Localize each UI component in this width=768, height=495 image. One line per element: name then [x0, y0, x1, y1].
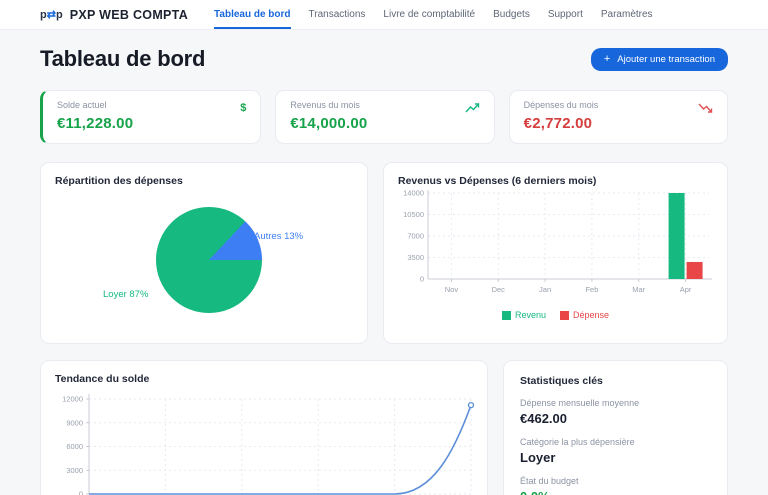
app-name: PXP WEB COMPTA [69, 7, 189, 22]
svg-text:10500: 10500 [403, 210, 424, 219]
key-stats-title: Statistiques clés [520, 375, 603, 387]
app-logo[interactable]: p⇄p PXP WEB COMPTA [40, 8, 188, 22]
expense-breakdown-panel: Répartition des dépenses Loyer 87% Autre… [40, 162, 368, 344]
line-panel-title: Tendance du solde [55, 373, 150, 385]
bar-panel-title: Revenus vs Dépenses (6 derniers mois) [398, 175, 597, 187]
svg-text:9000: 9000 [66, 418, 83, 427]
legend-swatch-depense [560, 310, 569, 320]
svg-text:Feb: Feb [585, 285, 598, 294]
key-stat-avg-expense: Dépense mensuelle moyenne €462.00 [520, 398, 711, 426]
svg-text:Nov: Nov [445, 285, 459, 294]
nav-support[interactable]: Support [548, 0, 583, 29]
balance-trend-panel: Tendance du solde 0 3000 6000 9000 12000 [40, 360, 488, 495]
trending-up-icon [465, 102, 480, 132]
svg-text:3000: 3000 [66, 466, 83, 475]
svg-text:6000: 6000 [66, 442, 83, 451]
income-label: Revenus du mois [290, 100, 360, 110]
svg-text:14000: 14000 [403, 189, 424, 198]
expenses-card: Dépenses du mois €2,772.00 [508, 90, 728, 144]
add-transaction-button[interactable]: + Ajouter une transaction [590, 47, 728, 71]
svg-text:0: 0 [420, 275, 424, 284]
pie-label-autres: Autres 13% [254, 231, 304, 242]
trending-down-icon [698, 102, 713, 132]
svg-text:Mar: Mar [632, 285, 645, 294]
legend-swatch-revenu [501, 310, 511, 320]
svg-text:0: 0 [79, 490, 83, 495]
dollar-icon: $ [240, 102, 247, 114]
key-stat-label: Catégorie la plus dépensière [520, 437, 635, 447]
income-vs-expense-panel: Revenus vs Dépenses (6 derniers mois) 0 3… [383, 162, 728, 344]
income-card: Revenus du mois €14,000.00 [275, 90, 495, 144]
svg-text:3500: 3500 [407, 253, 424, 262]
legend-label-depense: Dépense [573, 310, 610, 320]
legend-revenu: Revenu [501, 310, 546, 320]
svg-text:Jan: Jan [539, 285, 551, 294]
key-stat-top-category: Catégorie la plus dépensière Loyer [520, 437, 711, 465]
add-transaction-label: Ajouter une transaction [617, 53, 715, 65]
legend-depense: Dépense [560, 310, 609, 320]
svg-text:Dec: Dec [492, 285, 506, 294]
pie-panel-title: Répartition des dépenses [55, 175, 183, 187]
key-stats-panel: Statistiques clés Dépense mensuelle moye… [503, 360, 728, 495]
key-stat-value: 0.0% [520, 489, 711, 495]
key-stat-budget-state: État du budget 0.0% [520, 476, 711, 495]
key-stat-label: Dépense mensuelle moyenne [520, 398, 640, 408]
balance-card: Solde actuel €11,228.00 $ [40, 90, 262, 144]
page-title: Tableau de bord [40, 46, 206, 71]
nav-parametres[interactable]: Paramètres [601, 0, 653, 29]
income-value: €14,000.00 [290, 115, 368, 132]
pie-label-loyer: Loyer 87% [103, 289, 149, 300]
nav-tableau-de-bord[interactable]: Tableau de bord [214, 0, 291, 29]
bar-chart: 0 3500 7000 10500 14000 Nov Dec Jan Feb Mar Apr [403, 189, 712, 294]
pie-chart [156, 207, 262, 313]
plus-icon: + [603, 52, 611, 65]
main-nav: Tableau de bord Transactions Livre de co… [214, 0, 653, 29]
nav-transactions[interactable]: Transactions [309, 0, 366, 29]
nav-livre-de-comptabilite[interactable]: Livre de comptabilité [383, 0, 475, 29]
svg-text:7000: 7000 [407, 232, 424, 241]
key-stat-value: €462.00 [520, 411, 567, 426]
legend-label-revenu: Revenu [514, 310, 546, 320]
balance-value: €11,228.00 [57, 115, 134, 132]
stat-cards-row: Solde actuel €11,228.00 $ Revenus du moi… [40, 90, 728, 144]
key-stat-value: Loyer [520, 450, 556, 465]
bar-chart-legend: Revenu Dépense [398, 310, 713, 320]
nav-budgets[interactable]: Budgets [493, 0, 530, 29]
line-chart: 0 3000 6000 9000 12000 [62, 394, 475, 495]
balance-label: Solde actuel [57, 100, 107, 110]
logo-icon: p⇄p [40, 9, 63, 21]
expenses-value: €2,772.00 [523, 115, 593, 132]
key-stat-label: État du budget [520, 476, 579, 486]
svg-text:12000: 12000 [62, 395, 83, 404]
svg-text:Apr: Apr [680, 285, 692, 294]
expenses-label: Dépenses du mois [523, 100, 599, 110]
app-header: p⇄p PXP WEB COMPTA Tableau de bord Trans… [0, 0, 768, 30]
